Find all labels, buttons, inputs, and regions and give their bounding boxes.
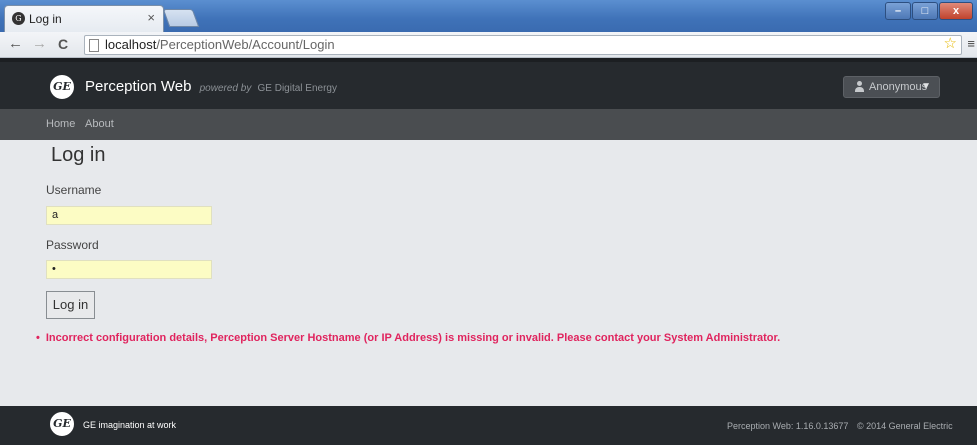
password-label: Password xyxy=(46,238,99,252)
footer: GE GE imagination at work Perception Web… xyxy=(0,406,977,445)
brand: Perception Web powered by GE Digital Ene… xyxy=(85,78,337,95)
back-arrow-icon[interactable]: ← xyxy=(8,35,23,52)
username-label: Username xyxy=(46,183,102,197)
error-message: Incorrect configuration details, Percept… xyxy=(36,332,780,344)
forward-arrow-icon[interactable]: → xyxy=(32,35,47,52)
close-window-button[interactable]: x xyxy=(939,2,973,20)
main-nav: Home About xyxy=(0,109,977,140)
window-controls: – □ x xyxy=(885,2,973,20)
browser-tab[interactable]: G Log in × xyxy=(4,5,164,32)
password-input[interactable]: • xyxy=(46,260,212,279)
ge-favicon-icon: G xyxy=(12,12,25,25)
chevron-down-icon: ▼ xyxy=(921,81,931,92)
app-header: GE Perception Web powered by GE Digital … xyxy=(0,58,977,109)
app-name: Perception Web xyxy=(85,78,192,95)
bookmark-star-icon[interactable]: ☆ xyxy=(944,35,957,53)
ge-footer-logo-icon: GE xyxy=(50,412,74,436)
page-icon xyxy=(89,39,99,52)
company-name: GE Digital Energy xyxy=(257,83,337,94)
maximize-button[interactable]: □ xyxy=(912,2,938,20)
reload-icon[interactable]: C xyxy=(58,36,68,52)
nav-item-about[interactable]: About xyxy=(85,118,114,130)
ge-logo-icon[interactable]: GE xyxy=(50,75,74,99)
login-button[interactable]: Log in xyxy=(46,291,95,319)
minimize-button[interactable]: – xyxy=(885,2,911,20)
browser-menu-icon[interactable]: ≡ xyxy=(967,36,975,51)
page-title: Log in xyxy=(51,144,106,166)
footer-tagline: GE imagination at work xyxy=(83,420,177,430)
url-text: localhost/PerceptionWeb/Account/Login xyxy=(105,37,335,52)
address-bar[interactable]: localhost/PerceptionWeb/Account/Login ☆ xyxy=(84,35,962,55)
user-label: Anonymous xyxy=(869,81,928,93)
browser-titlebar: G Log in × – □ x xyxy=(0,0,977,32)
user-icon xyxy=(854,81,865,92)
nav-item-home[interactable]: Home xyxy=(46,118,75,130)
tab-close-icon[interactable]: × xyxy=(147,10,155,25)
tab-title: Log in xyxy=(29,12,62,26)
username-input[interactable]: a xyxy=(46,206,212,225)
powered-by-text: powered by xyxy=(199,83,252,94)
new-tab-button[interactable] xyxy=(162,9,200,27)
copyright-text: © 2014 General Electric xyxy=(857,421,953,431)
browser-toolbar: ← → C localhost/PerceptionWeb/Account/Lo… xyxy=(0,32,977,58)
user-menu-button[interactable]: Anonymous ▼ xyxy=(843,76,940,98)
version-text: Perception Web: 1.16.0.13677 xyxy=(727,421,849,431)
